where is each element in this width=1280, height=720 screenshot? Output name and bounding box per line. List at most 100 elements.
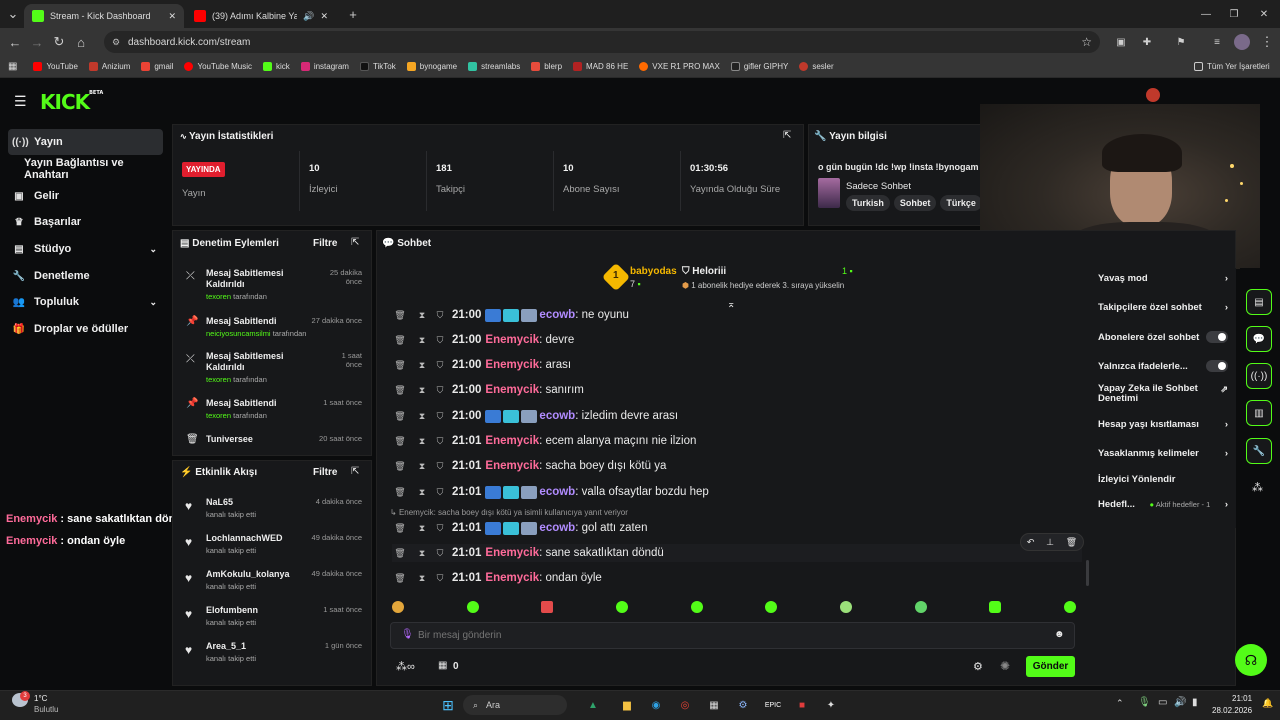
setting-goals[interactable]: Hedefl... ● Aktif hedefler - 1 ›	[1098, 494, 1228, 514]
setting-banned-words[interactable]: Yasaklanmış kelimeler ›	[1098, 443, 1228, 463]
chrome-icon[interactable]: ◎	[674, 694, 696, 716]
chat-mode-icon[interactable]: ✺	[1000, 659, 1010, 673]
setting-subscribers-only[interactable]: Abonelere özel sohbet	[1098, 327, 1228, 347]
sidebar-item-basarilar[interactable]: ♛ Başarılar	[8, 209, 163, 235]
extension-icon[interactable]: ▣	[1110, 31, 1132, 53]
sub-user[interactable]: ⛉ Heloriii	[682, 266, 726, 277]
back-button[interactable]: ←	[4, 31, 26, 53]
chat-settings-icon[interactable]: ⚙	[973, 660, 983, 673]
hamburger-menu-icon[interactable]: ☰	[14, 93, 27, 110]
gift-prompt[interactable]: ⬢ 1 abonelik hediye ederek 3. sıraya yük…	[682, 281, 844, 290]
mic-icon[interactable]: 🎙	[401, 629, 414, 640]
bookmark-sesler[interactable]: sesler	[799, 62, 834, 71]
bookmark-kick[interactable]: kick	[263, 62, 290, 71]
chat-message[interactable]: 🗑 ⧗ ⛉ 21:00 Enemycik: sanırım	[392, 381, 1082, 399]
extension-2-icon[interactable]: ⚑	[1170, 31, 1192, 53]
menu-icon[interactable]: ⋮	[1256, 31, 1278, 53]
emote-icon[interactable]	[690, 601, 703, 613]
message-user[interactable]: Enemycik	[485, 435, 539, 447]
trash-icon[interactable]: 🗑	[392, 360, 408, 371]
sidebar-item-gelir[interactable]: ▣ Gelir	[8, 183, 163, 209]
clock-date[interactable]: 28.02.2026	[1212, 706, 1252, 715]
emote-icon[interactable]	[914, 601, 927, 613]
chat-message-hovered[interactable]: 🗑 ⧗ ⛉ 21:01 Enemycik: sane sakatlıktan döndü	[392, 544, 1082, 562]
mod-filter-button[interactable]: Filtre	[313, 238, 337, 249]
trash-icon[interactable]: 🗑	[392, 436, 408, 447]
emote-icon[interactable]	[615, 601, 628, 613]
setting-followers-only[interactable]: Takipçilere özel sohbet ›	[1098, 297, 1228, 317]
timeout-icon[interactable]: ⧗	[414, 461, 430, 472]
message-user[interactable]: Enemycik	[485, 460, 539, 472]
tray-chevron-icon[interactable]: ⌃	[1116, 698, 1124, 709]
media-icon[interactable]: ≡	[1206, 31, 1228, 53]
chevron-down-icon[interactable]: ⌄	[149, 244, 157, 255]
network-icon[interactable]: ▭	[1158, 697, 1167, 708]
all-bookmarks[interactable]: Tüm Yer İşaretleri	[1194, 62, 1270, 71]
trash-icon[interactable]: 🗑	[392, 548, 408, 559]
bookmark-gmail[interactable]: gmail	[141, 62, 173, 71]
setting-slow-mode[interactable]: Yavaş mod ›	[1098, 268, 1228, 288]
audio-icon[interactable]: 🔊	[303, 11, 314, 22]
popout-icon[interactable]: ⇱	[783, 130, 791, 141]
home-button[interactable]: ⌂	[70, 31, 92, 53]
bookmark-youtube-music[interactable]: YouTube Music	[184, 62, 252, 71]
rail-printer-button[interactable]: ▥	[1246, 400, 1272, 426]
trash-icon[interactable]: 🗑	[392, 487, 408, 498]
rail-apps-icon[interactable]: ⁂	[1252, 481, 1263, 494]
setting-account-age[interactable]: Hesap yaşı kısıtlaması ›	[1098, 414, 1228, 434]
bookmark-anizium[interactable]: Anizium	[88, 62, 130, 71]
mod-action-user[interactable]: texoren	[206, 375, 231, 384]
trash-icon[interactable]: 🗑	[392, 573, 408, 584]
restore-button[interactable]: ❐	[1223, 3, 1245, 25]
clock-time[interactable]: 21:01	[1232, 694, 1252, 703]
message-user[interactable]: Enemycik	[485, 572, 539, 584]
sidebar-item-yayin[interactable]: ((·)) Yayın	[8, 129, 163, 155]
setting-emotes-only[interactable]: Yalnızca ifadelerle...	[1098, 356, 1228, 376]
emoji-picker-icon[interactable]: ☻	[1054, 629, 1065, 640]
mod-action-user[interactable]: texoren	[206, 292, 231, 301]
activity-user[interactable]: Elofumbenn	[206, 605, 258, 616]
tab-youtube[interactable]: (39) Adımı Kalbine Yaz - You 🔊 ✕	[186, 4, 336, 28]
timeout-icon[interactable]: ⧗	[414, 573, 430, 584]
file-explorer-icon[interactable]: ▆	[616, 694, 638, 716]
bookmark-mad86[interactable]: MAD 86 HE	[573, 62, 628, 71]
chat-message[interactable]: 🗑 ⧗ ⛉ 21:00 ecowb: izledim devre arası	[392, 407, 1082, 425]
kick-logo[interactable]: KICKBETA	[40, 90, 103, 114]
timeout-icon[interactable]: ⧗	[414, 385, 430, 396]
activity-user[interactable]: LochlannachWED	[206, 533, 283, 544]
timeout-icon[interactable]: ⧗	[414, 411, 430, 422]
emote-icon[interactable]	[541, 601, 554, 613]
emote-icon[interactable]	[392, 601, 404, 613]
timeout-icon[interactable]: ⧗	[414, 310, 430, 321]
toggle-switch[interactable]	[1206, 331, 1228, 343]
volume-icon[interactable]: 🔊	[1174, 697, 1186, 708]
activity-user[interactable]: AmKokulu_kolanya	[206, 569, 290, 580]
mod-action-user[interactable]: neiciyosuncamsilmi	[206, 329, 271, 338]
chat-message[interactable]: 🗑 ⧗ ⛉ 21:00 Enemycik: devre	[392, 331, 1082, 349]
timeout-icon[interactable]: ⧗	[414, 548, 430, 559]
minimize-button[interactable]: —	[1195, 3, 1217, 25]
chat-message[interactable]: 🗑 ⧗ ⛉ 21:01 Enemycik: sacha boey dışı kötü y…	[392, 457, 1082, 475]
message-user[interactable]: ecowb	[539, 522, 575, 534]
sidebar-item-topluluk[interactable]: 👥 Topluluk ⌄	[8, 289, 163, 315]
rail-broadcast-button[interactable]: ((·))	[1246, 363, 1272, 389]
mod-action-user[interactable]: texoren	[206, 411, 231, 420]
tag-pill[interactable]: Sohbet	[893, 195, 937, 211]
tag-pill[interactable]: Turkish	[846, 195, 890, 211]
taskbar-app-icon[interactable]: ▲	[582, 694, 604, 716]
timeout-icon[interactable]: ⧗	[414, 487, 430, 498]
stream-category[interactable]: Sadece Sohbet	[846, 181, 911, 192]
tab-search-icon[interactable]: ⌄	[2, 3, 24, 25]
forward-button[interactable]: →	[26, 31, 48, 53]
rail-wrench-button[interactable]: 🔧	[1246, 438, 1272, 464]
trash-icon[interactable]: 🗑	[392, 335, 408, 346]
bookmark-blerp[interactable]: blerp	[531, 62, 562, 71]
rail-chat-button[interactable]: 💬	[1246, 326, 1272, 352]
setting-ai-moderation[interactable]: Yapay Zeka ile Sohbet Denetimi ⇗	[1098, 384, 1228, 408]
pin-icon[interactable]: ⊥	[1046, 537, 1054, 548]
windows-start-icon[interactable]: ⊞	[437, 694, 459, 716]
activity-user[interactable]: Area_5_1	[206, 641, 256, 652]
chat-scrollbar[interactable]	[1086, 560, 1089, 586]
rail-notes-button[interactable]: ▤	[1246, 289, 1272, 315]
new-tab-button[interactable]: +	[342, 3, 364, 25]
